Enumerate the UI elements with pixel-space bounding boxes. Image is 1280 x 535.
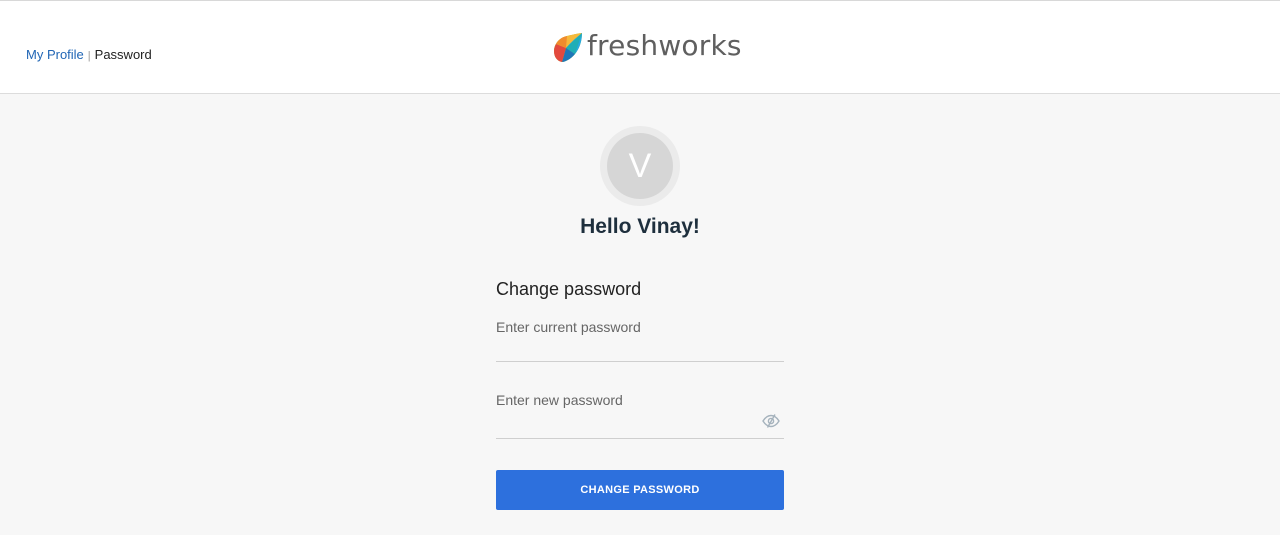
freshworks-logo-icon [554,33,582,62]
current-password-input[interactable] [496,334,784,362]
breadcrumb: My Profile | Password [26,47,152,64]
top-header: My Profile | Password freshworks [0,0,1280,94]
greeting-heading: Hello Vinay! [580,215,700,238]
breadcrumb-link-my-profile[interactable]: My Profile [26,47,84,62]
freshworks-logo: freshworks [553,29,742,65]
form-title: Change password [496,279,642,299]
change-password-button[interactable]: CHANGE PASSWORD [496,470,784,510]
new-password-input[interactable] [496,411,784,439]
breadcrumb-separator: | [87,50,91,62]
eye-slash-icon[interactable] [762,414,780,428]
logo-text: freshworks [587,29,742,62]
change-password-form: Change password Enter current password E… [496,278,784,510]
breadcrumb-current-password: Password [94,47,152,62]
new-password-label: Enter new password [496,392,623,408]
avatar: V [607,133,673,199]
